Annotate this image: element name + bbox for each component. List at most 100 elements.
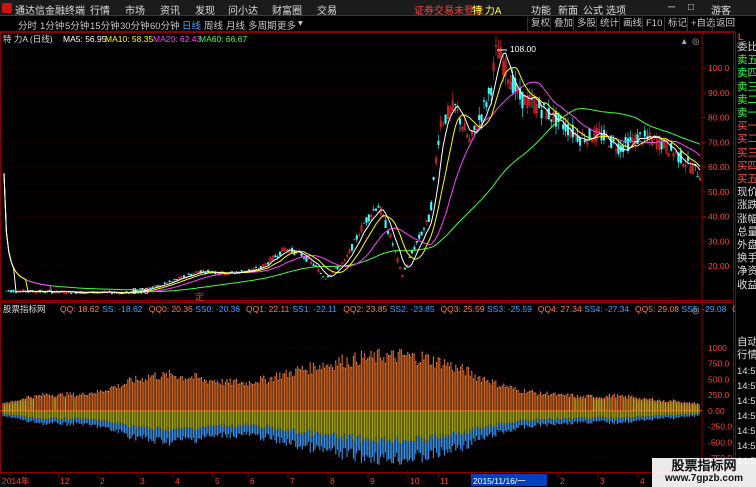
candle-body xyxy=(322,276,325,278)
price-tick-label: 100.0 xyxy=(708,63,730,73)
minimize-icon[interactable]: ─ xyxy=(668,2,675,13)
ma5-label: MA5: 56.95 xyxy=(63,34,107,44)
quote-field-label: 买二 xyxy=(737,133,756,146)
time-tick-label: 10 xyxy=(410,476,420,486)
f10-button[interactable]: F10 xyxy=(642,17,665,31)
candle-body xyxy=(70,292,73,294)
period-intraday[interactable]: 分时 xyxy=(18,18,37,32)
candle-body xyxy=(149,287,152,289)
tick-time-label: 14:5 xyxy=(737,396,756,407)
menu-trade[interactable]: 交易 xyxy=(317,2,337,17)
quote-field-label: 换手 xyxy=(737,252,756,265)
time-tick-label: 2 xyxy=(100,476,105,486)
indicator-tick-label: -500.0 xyxy=(708,437,732,447)
period-weekly[interactable]: 周线 xyxy=(204,18,223,32)
ma5-line xyxy=(3,52,701,294)
candle-body xyxy=(403,267,406,270)
candle-body xyxy=(490,88,493,96)
menu-news[interactable]: 资讯 xyxy=(160,2,180,17)
auto-quote-toggle[interactable]: 行情 xyxy=(737,349,756,362)
ma10-label: MA10: 58.35 xyxy=(105,34,153,44)
indicator-value-label: SS5: -29.08 xyxy=(682,304,727,314)
indicator-tick-label: 750.0 xyxy=(708,359,730,369)
indicator-frame xyxy=(0,302,734,473)
candle-body xyxy=(278,251,282,256)
period-60min[interactable]: 60分钟 xyxy=(150,18,180,32)
time-tick-label: 9 xyxy=(370,476,375,486)
chevron-down-icon[interactable]: ▾ xyxy=(298,18,303,29)
maximize-icon[interactable]: □ xyxy=(688,2,694,13)
price-tick-label: 80.00 xyxy=(708,113,730,123)
quote-field-label: 卖一 xyxy=(737,107,756,119)
time-tick-label: 12 xyxy=(60,476,70,486)
candle-body xyxy=(422,228,426,230)
period-more[interactable]: 更多 xyxy=(277,18,296,32)
time-tick-label: 7 xyxy=(290,476,295,486)
period-daily[interactable]: 日线 xyxy=(182,18,201,32)
candle-body xyxy=(511,75,514,94)
price-grid xyxy=(0,67,702,267)
candle-body xyxy=(550,119,553,122)
period-multi[interactable]: 多周期 xyxy=(248,18,277,32)
back-button[interactable]: 返回 xyxy=(712,17,738,31)
tick-time-label: 14:5 xyxy=(737,366,756,377)
ma20-line xyxy=(3,81,701,293)
indicator-value-label: QQ: 18.62 xyxy=(60,304,99,314)
candle-body xyxy=(418,234,421,239)
period-30min[interactable]: 30分钟 xyxy=(120,18,150,32)
quote-field-label: 收益 xyxy=(737,278,756,291)
menu-new-page[interactable]: 新面 xyxy=(558,2,578,17)
chart-settings-icon[interactable]: ▲ xyxy=(680,36,688,46)
menu-discover[interactable]: 发现 xyxy=(195,2,215,17)
period-monthly[interactable]: 月线 xyxy=(226,18,245,32)
candle-body xyxy=(427,214,430,222)
auto-quote-toggle[interactable]: 自动 xyxy=(737,336,756,349)
site-watermark: 股票指标网 www.7gpzb.com xyxy=(652,458,756,487)
candle-body xyxy=(444,114,447,124)
candle-body xyxy=(175,278,178,281)
time-cursor-label: 2015/11/16/一 xyxy=(473,476,526,486)
indicator-value-label: QQ5: 29.08 xyxy=(635,304,679,314)
price-tick-label: 70.00 xyxy=(708,137,730,147)
price-axis: 100.0 90.00 80.00 70.00 60.00 50.00 40.00 30.00… xyxy=(702,63,730,271)
candle-body xyxy=(612,138,615,141)
quote-field-label: 买五 xyxy=(737,173,756,185)
time-tick-label: 4 xyxy=(640,476,645,486)
quote-field-label: 总量 xyxy=(737,225,756,238)
period-5min[interactable]: 5分钟 xyxy=(65,18,89,32)
menu-formula[interactable]: 公式 xyxy=(583,2,603,17)
menu-ask[interactable]: 问小达 xyxy=(228,2,258,17)
candle-body xyxy=(163,282,166,284)
candle-body xyxy=(187,273,190,275)
candle-body xyxy=(386,231,390,234)
candle-body xyxy=(305,256,308,262)
candle-body xyxy=(384,220,387,228)
indicator-value-label: SS0: -20.36 xyxy=(195,304,240,314)
indicator-value-label: SS: -18.62 xyxy=(102,304,142,314)
quote-field-label: 卖五 xyxy=(737,54,756,67)
indicator-tick-label: 1000 xyxy=(708,343,727,353)
indicator-close-icon[interactable]: ◎ xyxy=(692,305,700,315)
candle-body xyxy=(156,285,159,287)
watermark-title: 股票指标网 xyxy=(671,458,737,473)
chart-close-icon[interactable]: ◎ xyxy=(692,36,700,46)
tick-time-label: 14:5 xyxy=(737,381,756,392)
candle-body xyxy=(374,208,378,211)
menu-quotes[interactable]: 行情 xyxy=(90,2,110,17)
candle-body xyxy=(643,130,646,137)
period-15min[interactable]: 15分钟 xyxy=(90,18,120,32)
event-marker[interactable]: 定 xyxy=(195,292,204,302)
quote-field-label: 买三 xyxy=(737,146,756,159)
time-tick-label: 11 xyxy=(440,476,449,486)
menu-wealth[interactable]: 财富圈 xyxy=(272,2,302,17)
menu-market[interactable]: 市场 xyxy=(125,2,145,17)
menu-options[interactable]: 选项 xyxy=(606,2,626,17)
chart-canvas[interactable]: 特 力A (日线) MA5: 56.95 MA10: 58.35 MA20: 6… xyxy=(0,32,735,487)
menu-function[interactable]: 功能 xyxy=(531,2,551,17)
quote-field-label: 卖二 xyxy=(737,93,756,106)
guest-login[interactable]: 游客 xyxy=(711,2,731,17)
candle-body xyxy=(454,103,457,106)
candle-body xyxy=(240,270,243,272)
period-1min[interactable]: 1分钟 xyxy=(40,18,64,32)
time-tick-label: 2 xyxy=(560,476,565,486)
